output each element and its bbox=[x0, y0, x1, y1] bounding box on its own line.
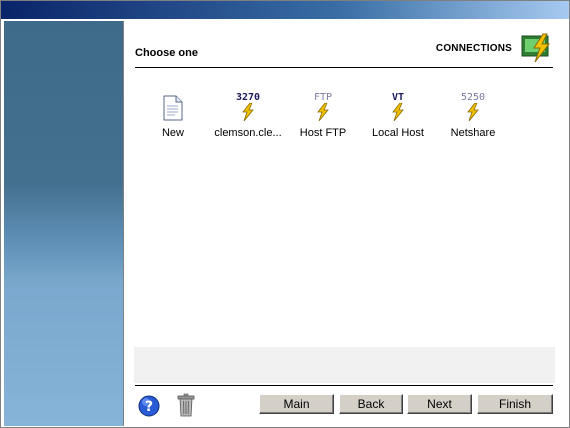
sidebar-banner bbox=[4, 21, 123, 426]
title-bar[interactable] bbox=[1, 1, 569, 19]
terminal-5250-code: 5250 bbox=[460, 92, 486, 103]
back-button[interactable]: Back bbox=[339, 394, 403, 414]
connection-item-netshare[interactable]: 5250 Netshare bbox=[433, 92, 513, 140]
header-divider bbox=[135, 67, 553, 68]
connection-item-host-ftp[interactable]: FTP Host FTP bbox=[283, 92, 363, 140]
main-button[interactable]: Main bbox=[259, 394, 334, 414]
description-panel bbox=[134, 347, 555, 383]
connection-item-new[interactable]: New bbox=[133, 93, 213, 139]
new-document-icon bbox=[163, 95, 183, 121]
trash-icon[interactable] bbox=[177, 393, 195, 417]
ftp-icon bbox=[317, 103, 329, 121]
svg-text:?: ? bbox=[145, 399, 153, 415]
connections-icon bbox=[521, 33, 551, 63]
connection-label: Local Host bbox=[372, 127, 424, 139]
connection-item-local-host[interactable]: VT Local Host bbox=[358, 92, 438, 140]
ftp-code: FTP bbox=[313, 92, 333, 103]
help-icon[interactable]: ? bbox=[138, 395, 160, 417]
vt-terminal-icon bbox=[392, 103, 404, 121]
finish-button[interactable]: Finish bbox=[477, 394, 553, 414]
terminal-3270-code: 3270 bbox=[235, 92, 261, 103]
connection-label: Netshare bbox=[450, 127, 496, 139]
page-title: Choose one bbox=[135, 47, 198, 59]
vt-code: VT bbox=[391, 92, 405, 103]
connection-label: New bbox=[161, 127, 184, 139]
next-button[interactable]: Next bbox=[407, 394, 472, 414]
terminal-3270-icon bbox=[242, 103, 254, 121]
connection-item-clemson[interactable]: 3270 clemson.cle... bbox=[208, 92, 288, 140]
terminal-5250-icon bbox=[467, 103, 479, 121]
connections-brand-label: CONNECTIONS bbox=[435, 43, 512, 54]
footer-divider bbox=[135, 385, 553, 386]
connection-label: Host FTP bbox=[299, 127, 347, 139]
wizard-window: Choose one CONNECTIONS New 3270 clemson.… bbox=[0, 0, 570, 428]
content-panel: Choose one CONNECTIONS New 3270 clemson.… bbox=[126, 21, 569, 426]
connection-label: clemson.cle... bbox=[214, 127, 282, 139]
